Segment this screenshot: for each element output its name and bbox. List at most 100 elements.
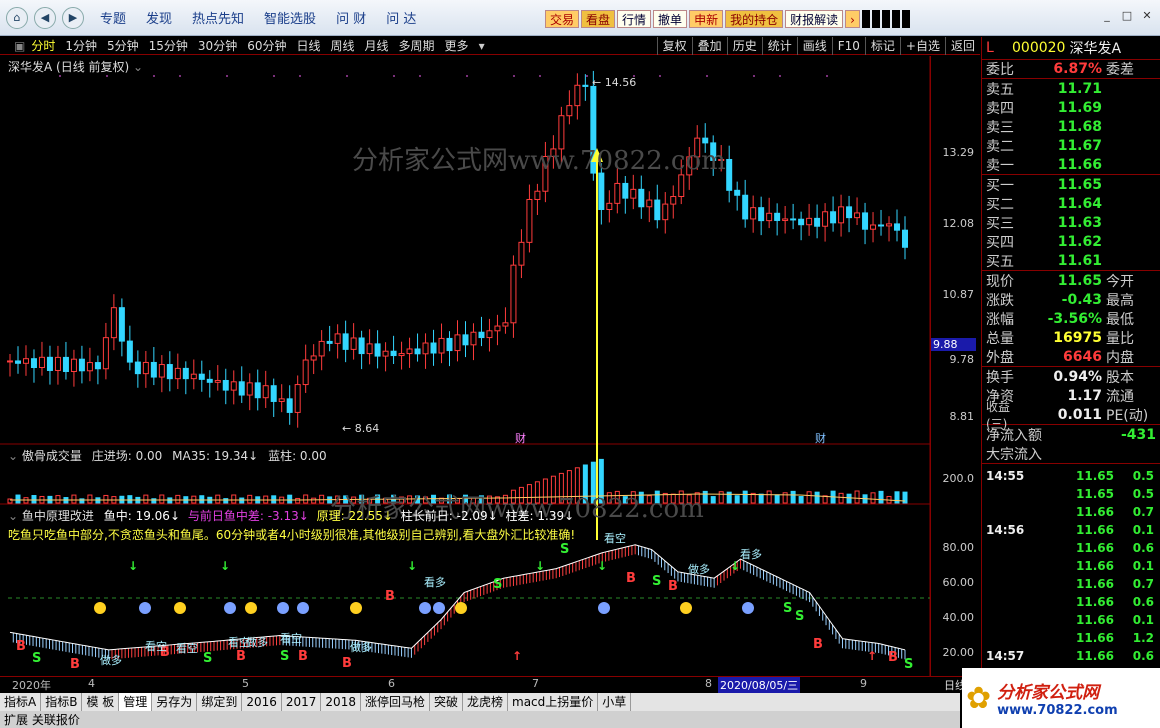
signal-letter: B bbox=[236, 649, 246, 664]
bid-row[interactable]: 买五 11.61 bbox=[982, 251, 1160, 270]
signal-letter: S bbox=[560, 542, 569, 557]
stat-row: 现价 11.65 今开 bbox=[986, 272, 1134, 290]
tab-0[interactable]: 指标A bbox=[0, 693, 42, 711]
panel-menu-icon[interactable]: ⌄ bbox=[8, 509, 18, 523]
candle-body bbox=[278, 398, 285, 402]
bid-row[interactable]: 买二 11.64 bbox=[982, 194, 1160, 213]
candle-body bbox=[734, 189, 741, 196]
tab-4[interactable]: 另存为 bbox=[152, 693, 198, 711]
signal-dot bbox=[779, 75, 781, 77]
settings-icon[interactable]: ⌄ bbox=[133, 60, 143, 74]
volume-bar bbox=[790, 490, 796, 504]
tab-10[interactable]: 突破 bbox=[430, 693, 463, 711]
ask-row[interactable]: 卖二 11.67 bbox=[982, 136, 1160, 155]
tick-row: 11.66 0.6 bbox=[1076, 541, 1154, 555]
candle-body bbox=[582, 84, 589, 87]
signal-dot bbox=[466, 75, 468, 77]
tab-11[interactable]: 龙虎榜 bbox=[463, 693, 509, 711]
candle-body bbox=[230, 381, 237, 391]
bigflow-row: 大宗流入 bbox=[986, 446, 1042, 463]
stat-row: 换手 0.94% 股本 bbox=[986, 368, 1134, 386]
candle-body bbox=[406, 348, 413, 355]
signal-dot bbox=[273, 75, 275, 77]
signal-letter: S bbox=[904, 657, 913, 672]
signal-dot bbox=[179, 75, 181, 77]
candle-body bbox=[126, 340, 133, 363]
candle-body bbox=[422, 342, 429, 355]
volume-bar bbox=[303, 494, 309, 504]
candle-body bbox=[494, 325, 501, 332]
tab-13[interactable]: 小草 bbox=[598, 693, 632, 711]
netflow-row: 净流入额 -431 bbox=[986, 426, 1156, 444]
close-icon[interactable]: ✕ bbox=[1140, 10, 1154, 24]
face-icon bbox=[245, 602, 257, 614]
signal-dot bbox=[419, 75, 421, 77]
candle-body bbox=[38, 356, 45, 369]
bid-row[interactable]: 买三 11.63 bbox=[982, 213, 1160, 232]
candle-body bbox=[646, 199, 653, 208]
candle-body bbox=[7, 360, 13, 363]
candle-body bbox=[270, 385, 277, 402]
ask-row[interactable]: 卖四 11.69 bbox=[982, 98, 1160, 117]
candle-body bbox=[414, 348, 421, 355]
weibi-row: 委比 6.87% 委差 bbox=[982, 59, 1160, 78]
candle-body bbox=[294, 384, 301, 413]
ask-row[interactable]: 卖三 11.68 bbox=[982, 117, 1160, 136]
candle-body bbox=[574, 84, 581, 107]
candle-body bbox=[798, 218, 805, 226]
signal-dot bbox=[659, 75, 661, 77]
tab-3[interactable]: 管理 bbox=[119, 693, 153, 711]
volume-bar bbox=[231, 494, 237, 504]
bid-row[interactable]: 买一 11.65 bbox=[982, 175, 1160, 194]
tab-9[interactable]: 涨停回马枪 bbox=[361, 693, 430, 711]
tab-8[interactable]: 2018 bbox=[321, 693, 361, 711]
tab-12[interactable]: macd上拐量价 bbox=[508, 693, 599, 711]
signal-letter: S bbox=[783, 601, 792, 616]
tick-row: 11.66 0.6 bbox=[1076, 595, 1154, 609]
candle-body bbox=[742, 194, 749, 220]
candle-body bbox=[166, 364, 173, 380]
low-price-label: ← 8.64 bbox=[342, 422, 379, 435]
minimize-icon[interactable]: _ bbox=[1100, 10, 1114, 24]
tab-5[interactable]: 绑定到 bbox=[197, 693, 243, 711]
volume-bar bbox=[878, 490, 884, 504]
tab-7[interactable]: 2017 bbox=[282, 693, 322, 711]
indicator-tabs: 指标A 指标B 模 板管理 另存为 绑定到 2016 2017 2018 涨停回马枪 突破 龙虎榜 m… bbox=[0, 693, 960, 711]
watermark: 分析家公式网www.70822.com bbox=[352, 146, 726, 176]
face-icon bbox=[224, 602, 236, 614]
stat-row: 收益(三) 0.011 PE(动) bbox=[986, 399, 1149, 431]
up-arrow-icon: ↑ bbox=[512, 649, 522, 663]
candle-body bbox=[62, 356, 69, 372]
candle-body bbox=[534, 190, 541, 200]
candle-body bbox=[606, 202, 613, 210]
signal-label: 看多 bbox=[424, 575, 446, 589]
tab-6[interactable]: 2016 bbox=[242, 693, 282, 711]
volume-bar bbox=[806, 491, 812, 504]
down-arrow-icon: ↓ bbox=[128, 559, 138, 573]
panel-menu-icon[interactable]: ⌄ bbox=[8, 449, 18, 463]
volume-bar bbox=[766, 490, 772, 504]
candle-body bbox=[254, 382, 261, 399]
maximize-icon[interactable]: □ bbox=[1120, 10, 1134, 24]
volume-bar bbox=[319, 494, 325, 504]
ask-row[interactable]: 卖一 11.66 bbox=[982, 155, 1160, 174]
tab-1[interactable]: 指标B bbox=[41, 693, 83, 711]
down-arrow-icon: ↓ bbox=[535, 559, 545, 573]
indicator-line bbox=[9, 544, 906, 651]
candle-body bbox=[390, 350, 397, 357]
face-icon bbox=[742, 602, 754, 614]
candle-body bbox=[846, 206, 853, 219]
bid-row[interactable]: 买四 11.62 bbox=[982, 232, 1160, 251]
tab-2[interactable]: 模 板 bbox=[82, 693, 120, 711]
signal-letter: B bbox=[298, 649, 308, 664]
face-icon bbox=[419, 602, 431, 614]
candle-body bbox=[198, 373, 205, 380]
kline-chart[interactable]: BS BB S B S B BBSSB S BSSBB S看空做多看空做多 看空做多看多看空做多看多… bbox=[0, 0, 981, 676]
volume-bar bbox=[175, 494, 181, 504]
ask-row[interactable]: 卖五 11.71 bbox=[982, 79, 1160, 98]
volume-bar bbox=[31, 495, 37, 504]
volume-bar bbox=[742, 490, 748, 504]
stats-list: 现价 11.65 今开 涨跌 -0.43 最高 涨幅 -3.56% 最低 总量 16975 量比… bbox=[982, 270, 1160, 366]
candle-body bbox=[670, 196, 677, 205]
volume-bar bbox=[295, 497, 301, 504]
